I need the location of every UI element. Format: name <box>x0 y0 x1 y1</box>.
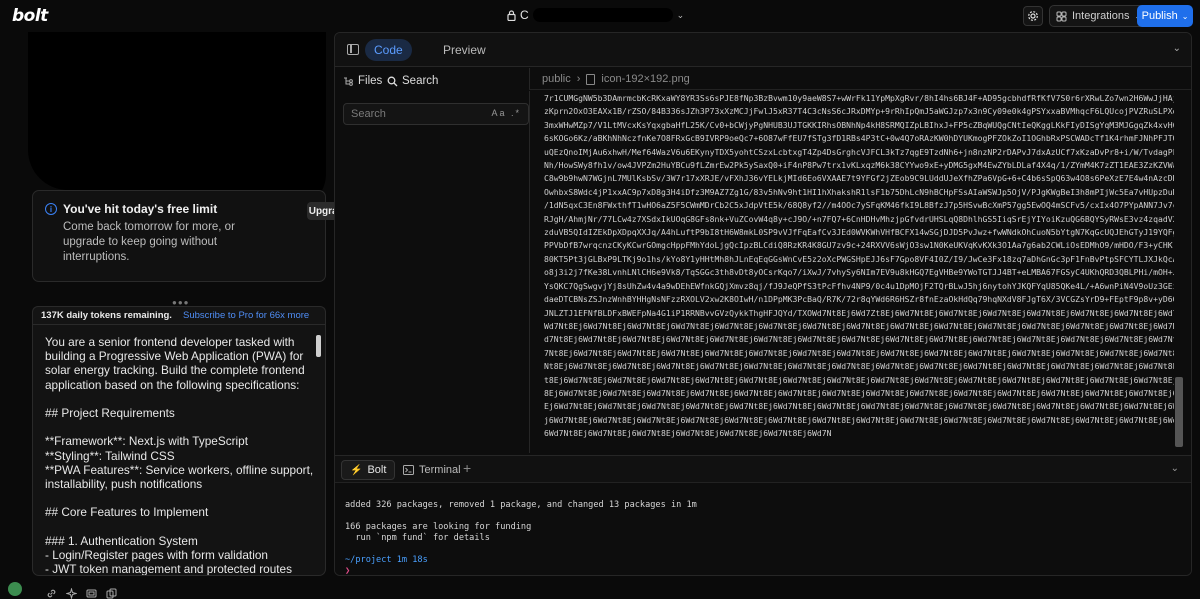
chevron-right-icon: › <box>576 73 581 85</box>
code-line[interactable]: 8Ej6Wd7Nt8Ej6Wd7Nt8Ej6Wd7Nt8Ej6Wd7Nt8Ej6… <box>544 388 1174 398</box>
code-line[interactable]: 7r1CUMGgNW5b3DAmrmcbKcRKxaWY8YR3Ss6sPJE8… <box>544 93 1174 103</box>
copy-icon[interactable] <box>106 588 117 599</box>
terminal-icon <box>403 465 414 475</box>
settings-button[interactable] <box>1023 6 1043 26</box>
code-line[interactable]: /1dN5qxC3En8FWxthfT1wHO6aZ5F5CWmMDrCb2C5… <box>544 200 1174 210</box>
code-line[interactable]: JNLZTJ1EFNfBLDFxBWEFpNa4G1iP1RRNBvvGVzQy… <box>544 308 1174 318</box>
tab-files[interactable]: Files <box>343 75 382 87</box>
code-line[interactable]: Ej6Wd7Nt8Ej6Wd7Nt8Ej6Wd7Nt8Ej6Wd7Nt8Ej6W… <box>544 401 1174 411</box>
breadcrumb: public › icon-192×192.png <box>529 68 1191 90</box>
code-line[interactable]: 6Wd7Nt8Ej6Wd7Nt8Ej6Wd7Nt8Ej6Wd7Nt8Ej6Wd7… <box>544 428 832 438</box>
code-line[interactable]: C8w9b9hwN7WGjnL7MUlKsbSv/3W7r17xXRJE/vFX… <box>544 173 1174 183</box>
tab-bolt-terminal[interactable]: ⚡ Bolt <box>341 460 396 480</box>
info-icon: i <box>45 203 57 215</box>
code-line[interactable]: 6sKOGo6Kz/aBKhNhNczfnKe7O8FRxGcB9IVRP9oe… <box>544 133 1174 143</box>
lock-icon <box>507 9 516 21</box>
bolt-icon: ⚡ <box>350 464 363 476</box>
project-selector[interactable]: C ⌄ <box>507 8 684 22</box>
limit-message: Come back tomorrow for more, or upgrade … <box>63 221 235 263</box>
view-tabs: Code Preview ⌄ <box>335 33 1191 67</box>
tab-code-label: Code <box>374 43 403 57</box>
code-line[interactable]: YsQKC7QgSwgvjYj8sUhZw4v4a9wDEhEWfnkGQjXm… <box>544 281 1174 291</box>
code-line[interactable]: t8Ej6Wd7Nt8Ej6Wd7Nt8Ej6Wd7Nt8Ej6Wd7Nt8Ej… <box>544 375 1174 385</box>
code-line[interactable]: Nt8Ej6Wd7Nt8Ej6Wd7Nt8Ej6Wd7Nt8Ej6Wd7Nt8E… <box>544 361 1174 371</box>
sidebar-tabs: Files Search <box>335 68 529 96</box>
screenshot-icon[interactable] <box>86 588 97 599</box>
integrations-button[interactable]: Integrations ⌄ <box>1049 5 1149 27</box>
code-line[interactable]: j6Wd7Nt8Ej6Wd7Nt8Ej6Wd7Nt8Ej6Wd7Nt8Ej6Wd… <box>544 415 1174 425</box>
search-icon <box>387 76 398 86</box>
code-content[interactable]: 7r1CUMGgNW5b3DAmrmcbKcRKxaWY8YR3Ss6sPJE8… <box>544 92 1174 441</box>
search-results <box>335 131 529 453</box>
integrations-label: Integrations <box>1072 10 1130 22</box>
chevron-down-icon[interactable]: ⌄ <box>1173 43 1181 54</box>
avatar[interactable] <box>8 582 22 596</box>
free-limit-notice: i You've hit today's free limit Come bac… <box>32 190 351 282</box>
tokens-remaining: 137K daily tokens remaining. <box>41 310 172 321</box>
code-line[interactable]: daeDTCBNsZSJnzWnhBYHHgNsNFzzRXOLV2xw2K8O… <box>544 294 1174 304</box>
editor-scrollbar[interactable] <box>1175 377 1183 447</box>
limit-title: You've hit today's free limit <box>63 202 218 216</box>
chevron-down-icon: ⌄ <box>676 9 685 20</box>
search-options[interactable]: Aa .* <box>491 108 521 118</box>
tab-preview-label: Preview <box>443 43 486 57</box>
chevron-down-icon: ⌄ <box>1181 11 1189 21</box>
redacted-project-name <box>532 8 673 22</box>
code-line[interactable]: uQEzQnoIMjAu6xhwH/Mef64WazV6u6EKynyTDX5y… <box>544 147 1174 157</box>
breadcrumb-file[interactable]: icon-192×192.png <box>601 73 689 85</box>
code-line[interactable]: RJgH/AhmjNr/77LCw4z7XSdxIkUOqG8GFs8nk+Vu… <box>544 214 1174 224</box>
prompt-input[interactable]: You are a senior frontend developer task… <box>32 324 326 576</box>
tab-bolt-label: Bolt <box>367 464 387 476</box>
code-line[interactable]: d7Nt8Ej6Wd7Nt8Ej6Wd7Nt8Ej6Wd7Nt8Ej6Wd7Nt… <box>544 334 1174 344</box>
publish-label: Publish <box>1141 10 1178 22</box>
tab-preview[interactable]: Preview <box>437 39 492 61</box>
code-line[interactable]: zduVB5QIdIZEkDpXDpqXXJq/A4hLuftP9bI8tH6W… <box>544 227 1174 237</box>
file-icon <box>586 73 596 85</box>
link-icon[interactable] <box>46 588 57 599</box>
terminal-output[interactable]: added 326 packages, removed 1 package, a… <box>335 484 1191 576</box>
chevron-down-icon[interactable]: ⌄ <box>1171 463 1179 474</box>
chat-toolbar <box>46 588 117 599</box>
tab-search[interactable]: Search <box>387 75 438 87</box>
code-line[interactable]: 80KT5Pt3jGLBxP9LTKj9o1hs/kYo8Y1yHHtMh8hJ… <box>544 254 1174 264</box>
prompt-scrollbar[interactable] <box>316 335 321 357</box>
bolt-logo[interactable]: bolt <box>12 6 48 26</box>
files-icon <box>344 77 353 86</box>
terminal-tabs: ⚡ Bolt Terminal + ⌄ <box>335 455 1191 483</box>
search-input[interactable]: Search Aa .* <box>343 103 529 125</box>
search-placeholder: Search <box>351 108 386 120</box>
code-line[interactable]: 7Nt8Ej6Wd7Nt8Ej6Wd7Nt8Ej6Wd7Nt8Ej6Wd7Nt8… <box>544 348 1174 358</box>
code-line[interactable]: Wd7Nt8Ej6Wd7Nt8Ej6Wd7Nt8Ej6Wd7Nt8Ej6Wd7N… <box>544 321 1174 331</box>
sidebar-toggle-icon[interactable] <box>347 44 359 55</box>
top-bar: bolt C ⌄ Integrations ⌄ Publish ⌄ <box>0 0 1200 32</box>
code-line[interactable]: PPVbDfB7wrqcnzCKyKCwrGOmgcHppFMhYdoLjgQc… <box>544 240 1174 250</box>
workbench: Code Preview ⌄ Files Search Search Aa .*… <box>334 32 1192 576</box>
code-editor[interactable]: 7r1CUMGgNW5b3DAmrmcbKcRKxaWY8YR3Ss6sPJE8… <box>529 91 1185 453</box>
terminal-prompt: ~/project 1m 18s <box>345 555 428 565</box>
terminal-log: added 326 packages, removed 1 package, a… <box>345 500 697 543</box>
tab-search-label: Search <box>402 75 439 87</box>
terminal-caret: ❯ <box>345 566 351 576</box>
gear-icon <box>1028 11 1038 21</box>
sparkle-icon[interactable] <box>66 588 77 599</box>
code-line[interactable]: OwhbxS8Wdc4jP1xxAC9p7xD8g3H4iDfz3M9AZ7Zg… <box>544 187 1174 197</box>
project-name: C <box>520 8 529 22</box>
code-line[interactable]: Nh/HowSWy8fh1v/ow4JVPZm2HuYBCu9fLZmrEw2P… <box>544 160 1174 170</box>
prompt-text[interactable]: You are a senior frontend developer task… <box>45 335 315 575</box>
chat-panel: i You've hit today's free limit Come bac… <box>0 32 351 599</box>
integrations-icon <box>1056 11 1067 21</box>
token-status-bar: 137K daily tokens remaining. Subscribe t… <box>32 306 326 332</box>
tab-terminal-label: Terminal <box>419 464 461 476</box>
code-line[interactable]: 3mxWHwMZp7/V1LtMVcxKsYqxgbaHfL25K/Cv0+bC… <box>544 120 1174 130</box>
tab-files-label: Files <box>358 75 383 87</box>
publish-button[interactable]: Publish ⌄ <box>1137 5 1193 27</box>
code-line[interactable]: o8j3i2j7fKe38LvnhLNlCH6e9Vk8/TqSGGc3th8v… <box>544 267 1174 277</box>
code-line[interactable]: zKprn2OxO3EAXx1B/rZSO/84B336sJZh3P73xXzM… <box>544 106 1174 116</box>
breadcrumb-folder[interactable]: public <box>542 73 571 85</box>
tab-terminal[interactable]: Terminal <box>397 460 467 480</box>
add-terminal-icon[interactable]: + <box>463 460 471 476</box>
tab-code[interactable]: Code <box>365 39 412 61</box>
